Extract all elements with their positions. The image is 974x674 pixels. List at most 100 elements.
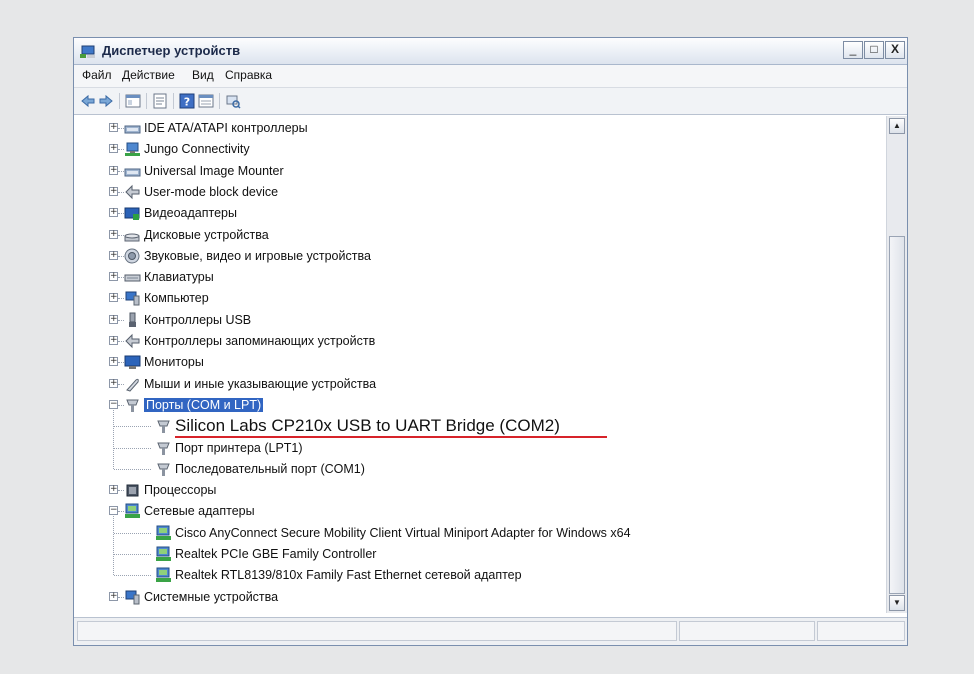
ide-controller-icon <box>124 125 141 134</box>
computer-icon <box>125 590 140 605</box>
collapse-icon[interactable]: − <box>109 506 118 516</box>
tree-category[interactable]: + Universal Image Mounter <box>76 161 876 182</box>
tree-item-label: Клавиатуры <box>144 270 214 285</box>
tree-device[interactable]: Realtek RTL8139/810x Family Fast Etherne… <box>76 565 876 586</box>
processor-icon <box>126 484 139 497</box>
tree-category[interactable]: + Мыши и иные указывающие устройства <box>76 374 876 395</box>
expand-icon[interactable]: + <box>109 186 118 196</box>
tree-item-label: Universal Image Mounter <box>144 163 284 178</box>
menu-help[interactable]: Справка <box>225 68 272 82</box>
tree-category[interactable]: − Порты (COM и LPT) <box>76 395 876 416</box>
expand-icon[interactable]: + <box>109 229 118 239</box>
expand-icon[interactable]: + <box>109 591 118 601</box>
tree-item-label: Cisco AnyConnect Secure Mobility Client … <box>175 525 631 540</box>
tree-item-label: Silicon Labs CP210x USB to UART Bridge (… <box>175 416 560 436</box>
expand-icon[interactable]: + <box>109 336 118 345</box>
expand-icon[interactable]: + <box>109 293 118 303</box>
collapse-icon[interactable]: − <box>109 399 118 409</box>
tree-device[interactable]: Последовательный порт (COM1) <box>76 459 876 480</box>
device-tree: + IDE ATA/ATAPI контроллеры + Jungo Connect… <box>76 116 884 613</box>
tree-item-label: Порты (COM и LPT) <box>144 397 264 412</box>
tree-category[interactable]: + Клавиатуры <box>76 267 876 288</box>
toolbar-separator <box>173 93 174 109</box>
tree-category[interactable]: + Контроллеры USB <box>76 310 876 331</box>
tree-category[interactable]: + Системные устройства <box>76 587 876 608</box>
menu-view[interactable]: Вид <box>192 68 214 82</box>
tree-item-label: Компьютер <box>144 291 209 306</box>
help-icon[interactable]: ? <box>179 93 195 109</box>
tree-connector <box>114 447 151 449</box>
menu-bar: Файл Действие Вид Справка <box>74 65 907 88</box>
tree-category[interactable]: + User-mode block device <box>76 182 876 203</box>
tree-connector <box>114 575 151 577</box>
port-icon <box>126 399 139 412</box>
disk-drive-icon <box>124 233 140 241</box>
tree-item-label: Контроллеры запоминающих устройств <box>144 334 376 348</box>
tree-item-label: User-mode block device <box>144 184 279 199</box>
tree-device[interactable]: Realtek PCIe GBE Family Controller <box>76 544 876 565</box>
menu-action[interactable]: Действие <box>122 68 175 82</box>
ide-controller-icon <box>124 168 141 177</box>
tree-connector <box>113 409 114 469</box>
maximize-button[interactable]: □ <box>864 41 884 59</box>
network-adapter-icon <box>156 567 171 583</box>
port-icon <box>157 420 170 434</box>
close-button[interactable]: X <box>885 41 905 59</box>
expand-icon[interactable]: + <box>109 144 118 154</box>
tree-category[interactable]: + Мониторы <box>76 352 876 373</box>
expand-icon[interactable]: + <box>109 250 118 260</box>
scroll-down-button[interactable]: ▼ <box>889 595 905 611</box>
tree-category[interactable]: + Звуковые, видео и игровые устройства <box>76 246 876 267</box>
tree-category[interactable]: + Jungo Connectivity <box>76 139 876 160</box>
tree-item-label: Realtek PCIe GBE Family Controller <box>175 547 377 561</box>
tree-item-label: Сетевые адаптеры <box>144 504 255 519</box>
title-bar[interactable]: Диспетчер устройств _ □ X <box>74 38 907 65</box>
details-icon[interactable] <box>198 93 214 109</box>
expand-icon[interactable]: + <box>109 123 118 132</box>
tree-device[interactable]: Cisco AnyConnect Secure Mobility Client … <box>76 523 876 544</box>
properties-icon[interactable] <box>152 93 168 109</box>
toolbar-separator <box>219 93 220 109</box>
menu-file[interactable]: Файл <box>82 68 112 82</box>
back-arrow-icon[interactable] <box>80 93 96 109</box>
expand-icon[interactable]: + <box>109 165 118 175</box>
tree-category[interactable]: + Процессоры <box>76 480 876 501</box>
tree-item-label: IDE ATA/ATAPI контроллеры <box>144 121 308 135</box>
tree-category[interactable]: + Компьютер <box>76 288 876 309</box>
tree-device[interactable]: Silicon Labs CP210x USB to UART Bridge (… <box>76 416 876 437</box>
tree-item-label: Realtek RTL8139/810x Family Fast Etherne… <box>175 568 522 583</box>
scroll-up-button[interactable]: ▲ <box>889 118 905 134</box>
expand-icon[interactable]: + <box>109 378 118 388</box>
svg-text:?: ? <box>184 96 190 109</box>
tree-item-label: Последовательный порт (COM1) <box>175 461 365 476</box>
tree-connector <box>114 468 151 470</box>
tree-item-label: Процессоры <box>144 483 217 498</box>
scan-hardware-icon[interactable] <box>225 93 241 109</box>
console-tree-icon[interactable] <box>125 93 141 109</box>
network-adapter-icon <box>156 546 171 561</box>
keyboard-icon <box>124 274 141 282</box>
expand-icon[interactable]: + <box>109 357 118 367</box>
scroll-thumb[interactable] <box>889 236 905 594</box>
display-adapter-icon <box>124 207 140 221</box>
tree-device[interactable]: Порт принтера (LPT1) <box>76 438 876 459</box>
expand-icon[interactable]: + <box>109 314 118 324</box>
tree-category[interactable]: + Видеоадаптеры <box>76 203 876 224</box>
tree-category[interactable]: + IDE ATA/ATAPI контроллеры <box>76 118 876 139</box>
port-icon <box>157 442 170 455</box>
tree-category[interactable]: + Дисковые устройства <box>76 225 876 246</box>
expand-icon[interactable]: + <box>109 208 118 218</box>
tree-connector <box>114 426 151 428</box>
expand-icon[interactable]: + <box>109 272 118 282</box>
minimize-button[interactable]: _ <box>843 41 863 59</box>
computer-icon <box>125 291 140 306</box>
tree-category[interactable]: − Сетевые адаптеры <box>76 501 876 522</box>
monitor-icon <box>124 355 141 370</box>
forward-arrow-icon[interactable] <box>98 93 114 109</box>
tree-item-label: Мониторы <box>144 355 204 370</box>
tree-category[interactable]: + Контроллеры запоминающих устройств <box>76 331 876 352</box>
status-pane-main <box>77 621 677 641</box>
vertical-scrollbar[interactable]: ▲ ▼ <box>886 116 907 613</box>
tree-connector <box>114 532 151 534</box>
expand-icon[interactable]: + <box>109 485 118 495</box>
